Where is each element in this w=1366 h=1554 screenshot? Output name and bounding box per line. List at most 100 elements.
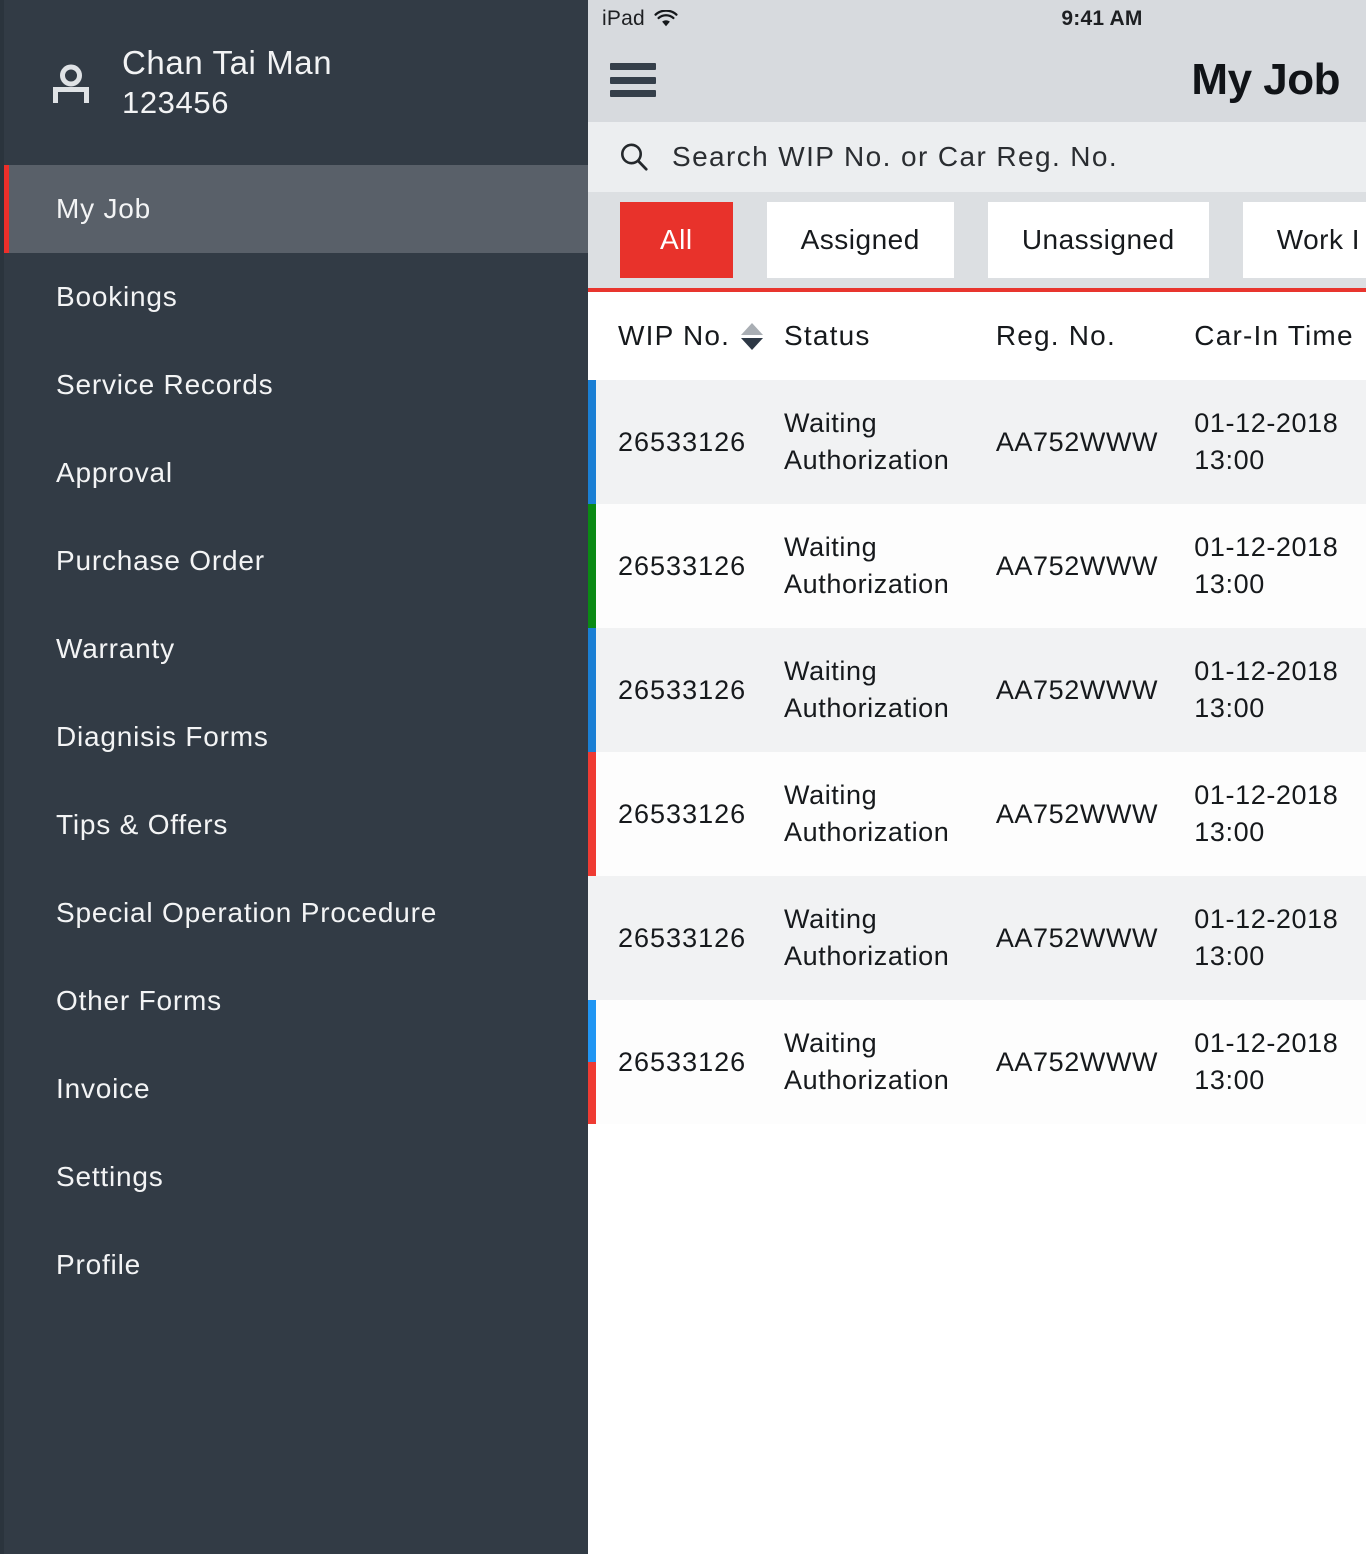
cell-wip-no: 26533126 <box>618 674 747 705</box>
table-row[interactable]: 26533126 Waiting Authorization AA752WWW … <box>588 1000 1366 1124</box>
sidebar-item-label: Purchase Order <box>56 545 265 576</box>
column-header-label: Status <box>784 320 871 351</box>
sidebar-item-settings[interactable]: Settings <box>4 1133 588 1221</box>
filter-tab-unassigned[interactable]: Unassigned <box>987 202 1209 278</box>
job-table-header: WIP No. Status Reg. No. Car-In Time <box>588 292 1366 380</box>
ios-status-bar: iPad 9:41 AM <box>588 0 1366 38</box>
app-root: Chan Tai Man 123456 My Job Bookings Serv… <box>0 0 1366 1554</box>
app-nav-bar: My Job <box>588 38 1366 122</box>
sidebar-item-diagnisis-forms[interactable]: Diagnisis Forms <box>4 693 588 781</box>
profile-name: Chan Tai Man <box>122 44 333 81</box>
column-header-label: Reg. No. <box>995 320 1116 351</box>
cell-reg-no: AA752WWW <box>995 550 1159 581</box>
column-header-reg-no[interactable]: Reg. No. <box>996 320 1194 352</box>
cell-wip-no: 26533126 <box>618 550 747 581</box>
filter-tab-label: Assigned <box>800 224 920 255</box>
column-header-wip-no[interactable]: WIP No. <box>588 320 784 352</box>
sidebar-item-invoice[interactable]: Invoice <box>4 1045 588 1133</box>
cell-status: Waiting Authorization <box>784 780 950 847</box>
sidebar-item-purchase-order[interactable]: Purchase Order <box>4 517 588 605</box>
cell-reg-no: AA752WWW <box>995 426 1159 457</box>
row-color-segment <box>588 504 596 628</box>
row-color-segment <box>588 1062 596 1124</box>
sidebar-item-bookings[interactable]: Bookings <box>4 253 588 341</box>
cell-reg-no: AA752WWW <box>995 798 1159 829</box>
filter-tab-assigned[interactable]: Assigned <box>766 202 954 278</box>
search-input[interactable] <box>672 141 1346 173</box>
sidebar-item-service-records[interactable]: Service Records <box>4 341 588 429</box>
hamburger-bar <box>610 76 656 84</box>
row-status-color-bar <box>588 380 596 504</box>
sort-descending-arrow <box>741 337 764 350</box>
cell-car-in-time: 01-12-2018 13:00 <box>1194 780 1339 847</box>
status-device-name: iPad <box>602 7 645 30</box>
column-header-car-in-time[interactable]: Car-In Time <box>1194 320 1366 352</box>
table-row[interactable]: 26533126 Waiting Authorization AA752WWW … <box>588 752 1366 876</box>
cell-status: Waiting Authorization <box>784 904 950 971</box>
table-row[interactable]: 26533126 Waiting Authorization AA752WWW … <box>588 504 1366 628</box>
hamburger-bar <box>610 63 656 70</box>
cell-car-in-time: 01-12-2018 13:00 <box>1194 532 1339 599</box>
hamburger-menu-icon[interactable] <box>610 63 656 97</box>
sidebar-item-approval[interactable]: Approval <box>4 429 588 517</box>
cell-wip-no: 26533126 <box>618 426 747 457</box>
sidebar-item-other-forms[interactable]: Other Forms <box>4 957 588 1045</box>
filter-tab-label: Work I <box>1276 224 1361 255</box>
cell-reg-no: AA752WWW <box>995 922 1159 953</box>
sidebar-item-label: Approval <box>56 457 173 488</box>
search-icon <box>618 141 650 173</box>
status-bar-time: 9:41 AM <box>1061 7 1143 30</box>
sidebar-item-label: My Job <box>56 193 152 224</box>
cell-status: Waiting Authorization <box>784 656 950 723</box>
cell-car-in-time: 01-12-2018 13:00 <box>1194 408 1339 475</box>
sort-updown-icon[interactable] <box>741 322 764 350</box>
table-row[interactable]: 26533126 Waiting Authorization AA752WWW … <box>588 876 1366 1000</box>
filter-tab-row: All Assigned Unassigned Work I <box>588 192 1366 292</box>
sidebar-item-label: Bookings <box>56 281 178 312</box>
cell-car-in-time: 01-12-2018 13:00 <box>1194 904 1339 971</box>
status-bar-left: iPad <box>602 7 678 31</box>
sidebar-item-profile[interactable]: Profile <box>4 1221 588 1309</box>
hamburger-bar <box>610 90 656 97</box>
cell-wip-no: 26533126 <box>618 1046 747 1077</box>
search-bar[interactable] <box>588 122 1366 192</box>
filter-tab-label: Unassigned <box>1021 224 1175 255</box>
sidebar-item-label: Service Records <box>56 369 274 400</box>
row-color-segment <box>588 752 596 876</box>
row-color-segment <box>588 1000 596 1062</box>
user-desk-icon <box>48 62 94 108</box>
cell-wip-no: 26533126 <box>618 922 747 953</box>
sidebar-item-special-operation-procedure[interactable]: Special Operation Procedure <box>4 869 588 957</box>
filter-tab-work-in-progress[interactable]: Work I <box>1242 202 1366 278</box>
sidebar-item-my-job[interactable]: My Job <box>4 165 588 253</box>
sidebar-item-tips-and-offers[interactable]: Tips & Offers <box>4 781 588 869</box>
row-color-segment <box>588 628 596 752</box>
sidebar: Chan Tai Man 123456 My Job Bookings Serv… <box>0 0 588 1554</box>
filter-tab-all[interactable]: All <box>620 202 733 278</box>
cell-reg-no: AA752WWW <box>995 1046 1159 1077</box>
row-status-color-bar <box>588 628 596 752</box>
cell-status: Waiting Authorization <box>784 1028 950 1095</box>
cell-reg-no: AA752WWW <box>995 674 1159 705</box>
table-row[interactable]: 26533126 Waiting Authorization AA752WWW … <box>588 380 1366 504</box>
sidebar-item-label: Invoice <box>56 1073 151 1104</box>
device-panel: iPad 9:41 AM My Job Search WIP No. or Ca… <box>588 0 1366 1554</box>
table-row[interactable]: 26533126 Waiting Authorization AA752WWW … <box>588 628 1366 752</box>
sidebar-profile[interactable]: Chan Tai Man 123456 <box>4 0 588 165</box>
row-status-color-bar <box>588 1000 596 1124</box>
job-table-body: 26533126 Waiting Authorization AA752WWW … <box>588 380 1366 1554</box>
sidebar-item-label: Settings <box>56 1161 164 1192</box>
sidebar-item-label: Other Forms <box>56 985 222 1016</box>
cell-wip-no: 26533126 <box>618 798 747 829</box>
profile-id: 123456 <box>122 85 230 120</box>
sidebar-item-label: Special Operation Procedure <box>56 897 438 928</box>
sidebar-nav: My Job Bookings Service Records Approval… <box>4 165 588 1309</box>
column-header-label: Car-In Time <box>1194 320 1354 351</box>
column-header-status[interactable]: Status <box>784 320 996 352</box>
wifi-icon <box>654 9 678 28</box>
row-color-segment <box>588 380 596 504</box>
cell-car-in-time: 01-12-2018 13:00 <box>1194 656 1339 723</box>
sidebar-item-warranty[interactable]: Warranty <box>4 605 588 693</box>
cell-status: Waiting Authorization <box>784 532 950 599</box>
cell-status: Waiting Authorization <box>784 408 950 475</box>
